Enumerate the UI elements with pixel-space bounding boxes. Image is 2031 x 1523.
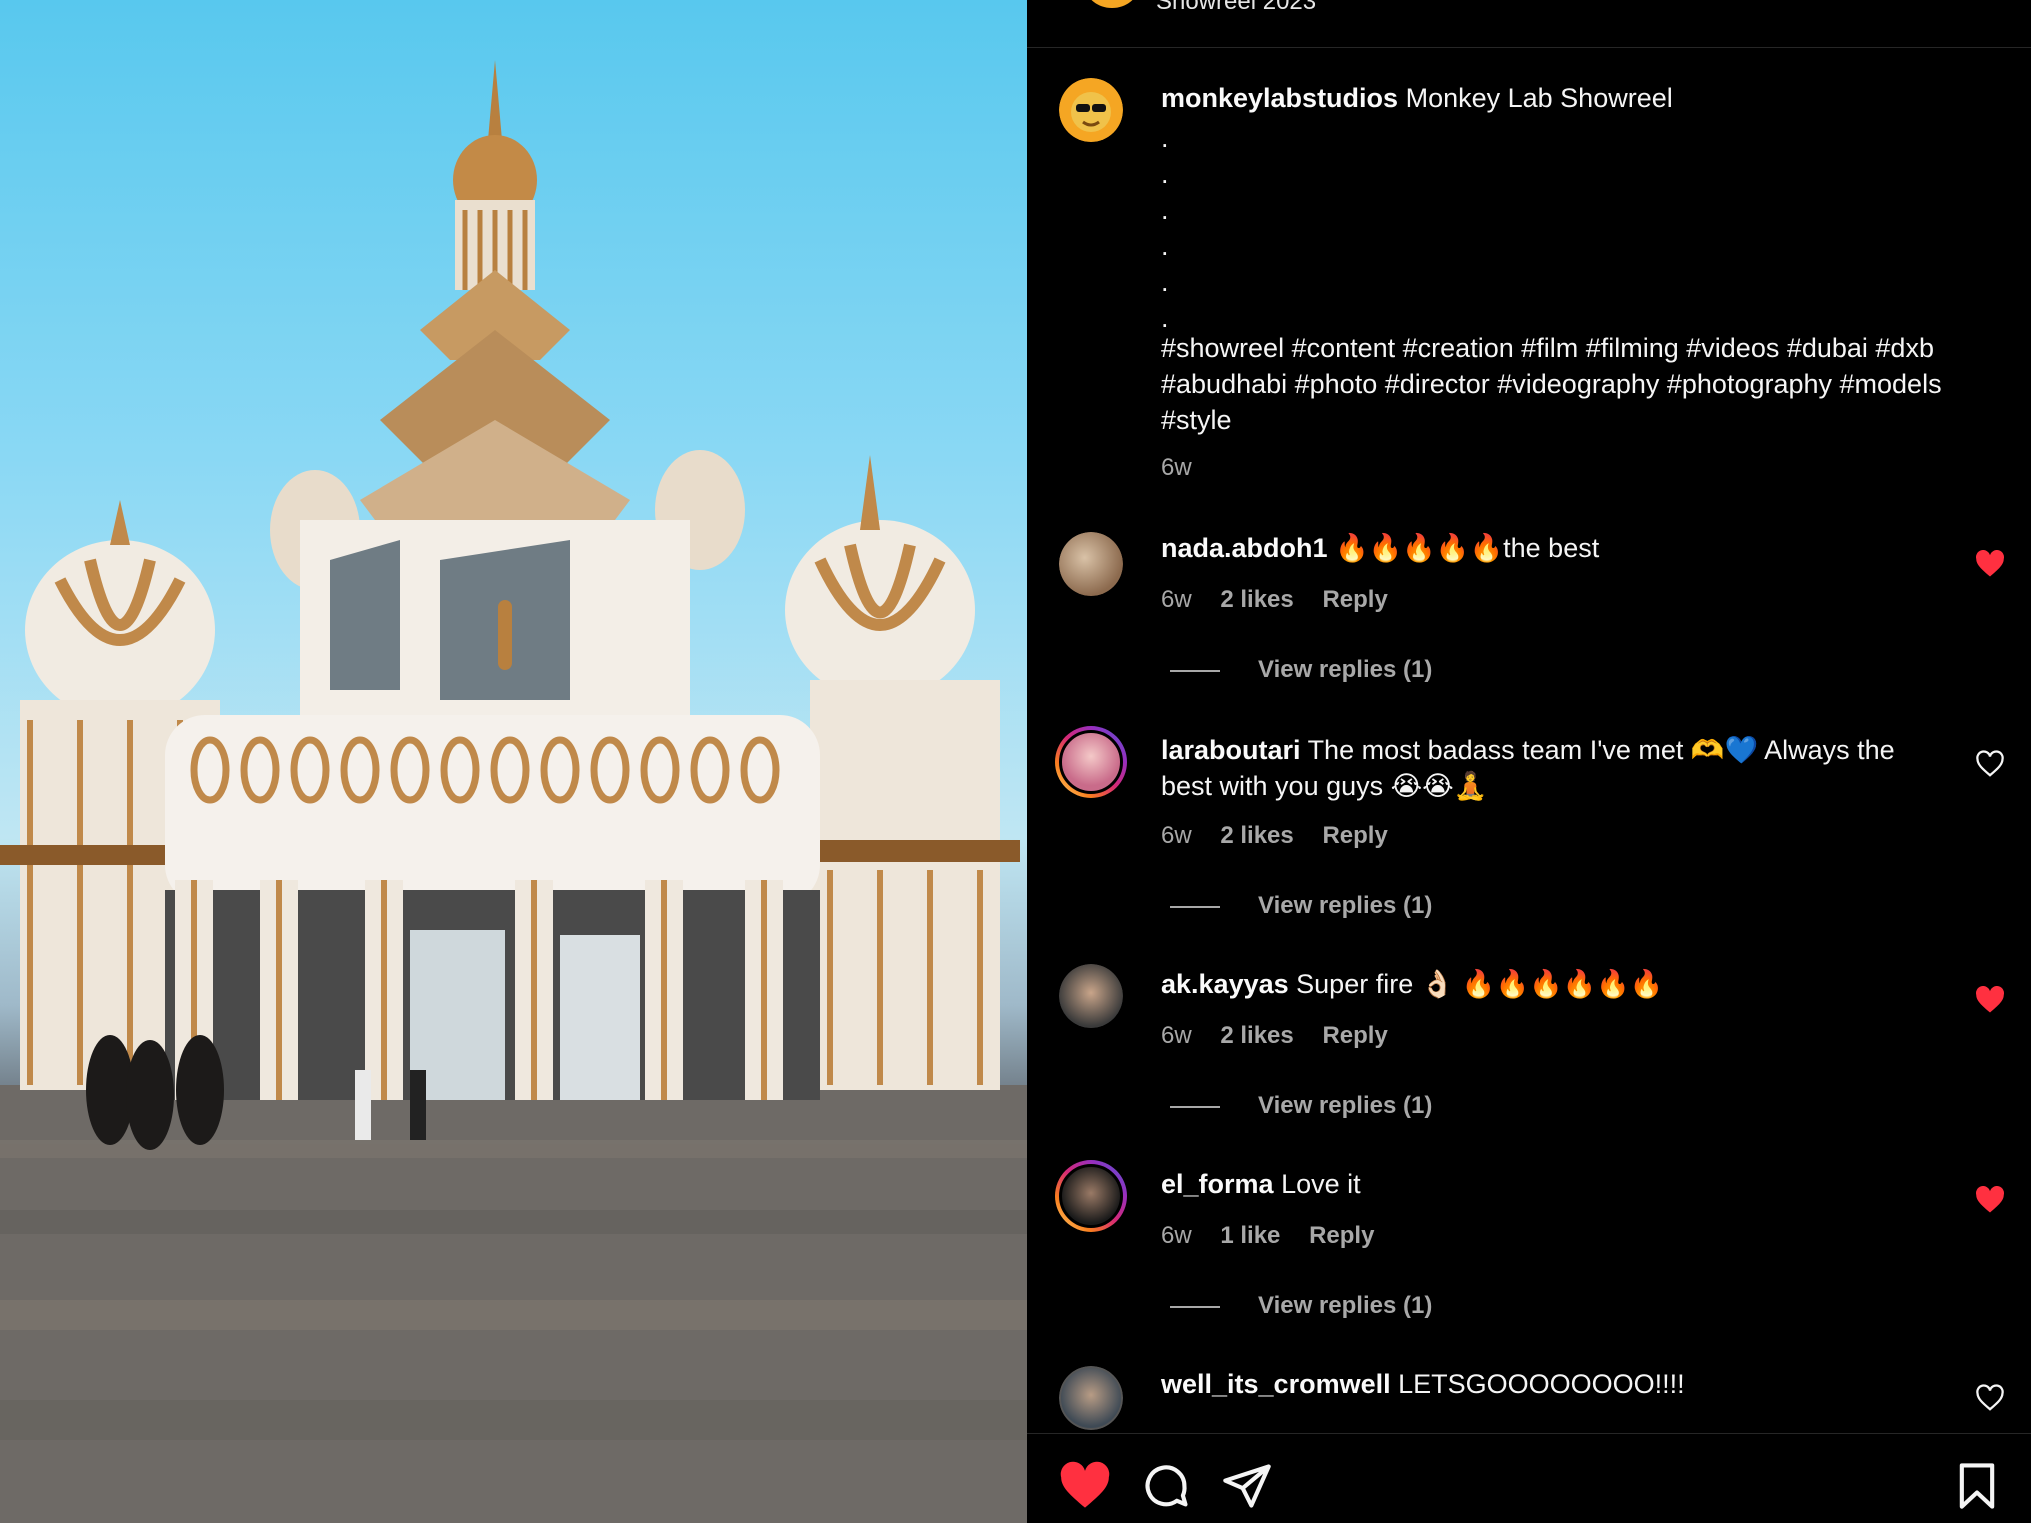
heart-filled-icon[interactable] — [1975, 1186, 2005, 1214]
replies-divider — [1170, 905, 1220, 908]
previous-post-header[interactable]: Showreel 2023 — [1027, 0, 2031, 48]
post-action-bar — [1027, 1433, 2031, 1523]
caption-text: Monkey Lab Showreel — [1405, 83, 1673, 113]
reply-button[interactable]: Reply — [1322, 822, 1387, 849]
avatar[interactable] — [1055, 1160, 1127, 1232]
comment-meta: 6w 2 likes Reply — [1161, 822, 1410, 850]
avatar[interactable] — [1059, 964, 1123, 1028]
heart-filled-icon[interactable] — [1975, 550, 2005, 578]
view-replies-label: View replies (1) — [1258, 656, 1433, 683]
monkey-logo-icon — [1059, 78, 1123, 142]
view-replies-button[interactable]: View replies (1) — [1170, 1092, 1432, 1120]
comment-body: ak.kayyas Super fire 👌🏻 🔥🔥🔥🔥🔥🔥 — [1161, 966, 1951, 1002]
avatar[interactable] — [1055, 726, 1127, 798]
comments-panel: Showreel 2023 monkeylabstudios Monkey La… — [1027, 0, 2031, 1523]
avatar[interactable] — [1085, 0, 1139, 8]
heart-filled-icon[interactable] — [1975, 986, 2005, 1014]
comment-time[interactable]: 6w — [1161, 1222, 1192, 1249]
comment-likes[interactable]: 2 likes — [1220, 822, 1293, 849]
bookmark-icon[interactable] — [1951, 1460, 2003, 1512]
comment-meta: 6w 1 like Reply — [1161, 1222, 1396, 1250]
comment-likes[interactable]: 1 like — [1220, 1222, 1280, 1249]
comment-body: laraboutari The most badass team I've me… — [1161, 732, 1951, 804]
comment-icon[interactable] — [1140, 1460, 1192, 1512]
comments-list[interactable]: monkeylabstudios Monkey Lab Showreel . .… — [1027, 48, 2031, 1433]
comment-text: Love it — [1281, 1169, 1361, 1199]
comment-text: 🔥🔥🔥🔥🔥the best — [1335, 533, 1600, 563]
post-author-avatar[interactable] — [1059, 78, 1123, 142]
view-replies-button[interactable]: View replies (1) — [1170, 892, 1432, 920]
replies-divider — [1170, 669, 1220, 672]
comment-text: LETSGOOOOOOOO!!!! — [1398, 1369, 1685, 1399]
post-video[interactable] — [0, 0, 1027, 1523]
caption-hashtags[interactable]: #showreel #content #creation #film #film… — [1161, 330, 1981, 438]
comment-meta: 6w 2 likes Reply — [1161, 1022, 1410, 1050]
heart-outline-icon[interactable] — [1975, 1384, 2005, 1412]
view-replies-label: View replies (1) — [1258, 1092, 1433, 1119]
post-author-username[interactable]: monkeylabstudios — [1161, 83, 1398, 113]
heart-outline-icon[interactable] — [1975, 750, 2005, 778]
caption-dot: . — [1161, 231, 1169, 261]
comment-time[interactable]: 6w — [1161, 1022, 1192, 1049]
reply-button[interactable]: Reply — [1322, 1022, 1387, 1049]
reply-button[interactable]: Reply — [1309, 1222, 1374, 1249]
send-icon[interactable] — [1221, 1460, 1273, 1512]
post-caption: monkeylabstudios Monkey Lab Showreel — [1161, 80, 1951, 116]
comment-username[interactable]: el_forma — [1161, 1169, 1274, 1199]
view-replies-label: View replies (1) — [1258, 1292, 1433, 1319]
replies-divider — [1170, 1105, 1220, 1108]
caption-dot: . — [1161, 123, 1169, 153]
comment-likes[interactable]: 2 likes — [1220, 586, 1293, 613]
caption-dot: . — [1161, 195, 1169, 225]
caption-dot: . — [1161, 159, 1169, 189]
instagram-post-viewer: Showreel 2023 monkeylabstudios Monkey La… — [0, 0, 2031, 1523]
comment-body: nada.abdoh1 🔥🔥🔥🔥🔥the best — [1161, 530, 1951, 566]
comment-body: well_its_cromwell LETSGOOOOOOOO!!!! — [1161, 1366, 1951, 1402]
comment-body: el_forma Love it — [1161, 1166, 1951, 1202]
video-frame — [0, 60, 1027, 1523]
comment-username[interactable]: nada.abdoh1 — [1161, 533, 1328, 563]
previous-post-title: Showreel 2023 — [1156, 0, 1317, 15]
avatar[interactable] — [1059, 1366, 1123, 1430]
reply-button[interactable]: Reply — [1322, 586, 1387, 613]
replies-divider — [1170, 1305, 1220, 1308]
timestamp[interactable]: 6w — [1161, 454, 1192, 481]
comment-time[interactable]: 6w — [1161, 586, 1192, 613]
comment-text: Super fire 👌🏻 🔥🔥🔥🔥🔥🔥 — [1296, 969, 1664, 999]
comment-likes[interactable]: 2 likes — [1220, 1022, 1293, 1049]
heart-filled-icon[interactable] — [1059, 1460, 1111, 1512]
comment-username[interactable]: ak.kayyas — [1161, 969, 1289, 999]
comment-username[interactable]: well_its_cromwell — [1161, 1369, 1391, 1399]
view-replies-button[interactable]: View replies (1) — [1170, 1292, 1432, 1320]
view-replies-button[interactable]: View replies (1) — [1170, 656, 1432, 684]
caption-timestamp: 6w — [1161, 454, 1214, 482]
comment-meta: 6w 2 likes Reply — [1161, 586, 1410, 614]
avatar[interactable] — [1059, 532, 1123, 596]
view-replies-label: View replies (1) — [1258, 892, 1433, 919]
comment-time[interactable]: 6w — [1161, 822, 1192, 849]
comment-username[interactable]: laraboutari — [1161, 735, 1301, 765]
caption-dot: . — [1161, 267, 1169, 297]
